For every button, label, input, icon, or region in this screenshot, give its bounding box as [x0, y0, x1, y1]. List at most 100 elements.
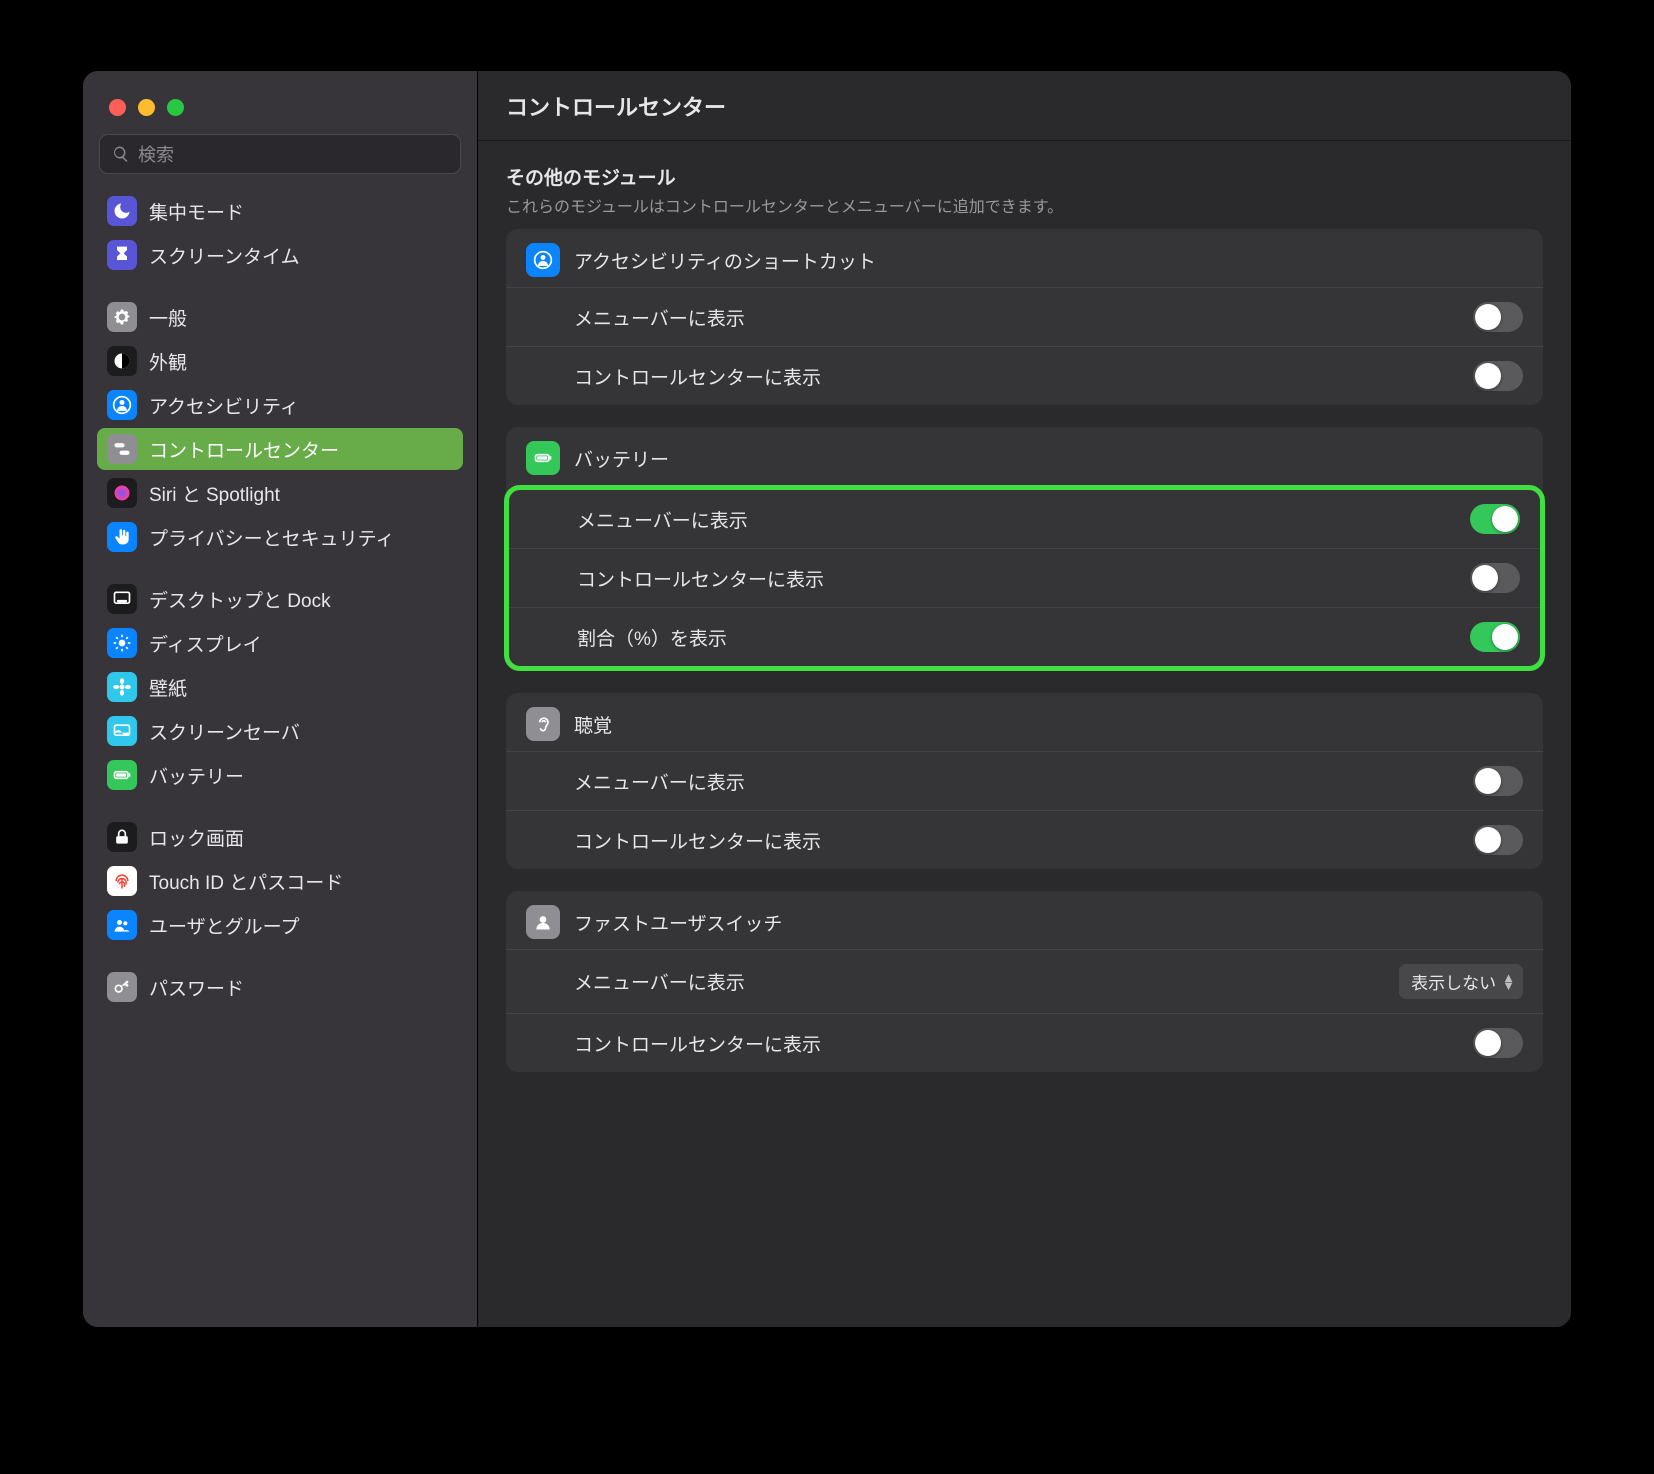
setting-label: メニューバーに表示 [574, 768, 745, 795]
sidebar-item-lock[interactable]: ロック画面 [97, 816, 463, 858]
sidebar-item-users[interactable]: ユーザとグループ [97, 904, 463, 946]
module-header: ファストユーザスイッチ [506, 891, 1543, 949]
hourglass-icon [107, 240, 137, 270]
toggle-switch[interactable] [1473, 825, 1523, 855]
switches-icon [107, 434, 137, 464]
zoom-button[interactable] [167, 99, 184, 116]
module-title: アクセシビリティのショートカット [574, 247, 876, 274]
setting-label: コントロールセンターに表示 [574, 827, 821, 854]
sidebar-item-label: スクリーンタイム [149, 242, 300, 269]
sidebar-item-label: ロック画面 [149, 824, 244, 851]
sidebar-item-label: 壁紙 [149, 674, 187, 701]
setting-row: メニューバーに表示 [509, 490, 1540, 548]
sidebar-item-label: バッテリー [149, 762, 244, 789]
sidebar-item-label: Siri と Spotlight [149, 480, 280, 507]
toggle-switch[interactable] [1470, 622, 1520, 652]
sidebar-item-privacy[interactable]: プライバシーとセキュリティ [97, 516, 463, 558]
siri-icon [107, 478, 137, 508]
chevron-updown-icon: ▲▼ [1502, 974, 1515, 990]
toggle-switch[interactable] [1473, 361, 1523, 391]
close-button[interactable] [109, 99, 126, 116]
setting-row: コントロールセンターに表示 [506, 810, 1543, 869]
sidebar-item-focus[interactable]: 集中モード [97, 190, 463, 232]
sidebar-item-label: デスクトップと Dock [149, 586, 331, 613]
sidebar-item-siri[interactable]: Siri と Spotlight [97, 472, 463, 514]
sidebar-item-touchid[interactable]: Touch ID とパスコード [97, 860, 463, 902]
sidebar-item-label: パスワード [149, 974, 244, 1001]
highlight-annotation: メニューバーに表示コントロールセンターに表示割合（%）を表示 [504, 485, 1545, 671]
toggle-switch[interactable] [1473, 1028, 1523, 1058]
module-title: ファストユーザスイッチ [574, 909, 782, 936]
section-title: その他のモジュール [506, 163, 1543, 190]
search-placeholder: 検索 [138, 141, 174, 167]
setting-row: メニューバーに表示 表示しない ▲▼ [506, 949, 1543, 1013]
module-title: 聴覚 [574, 711, 612, 738]
toggle-switch[interactable] [1470, 563, 1520, 593]
module-header: バッテリー [506, 427, 1543, 485]
sidebar-item-controlcenter[interactable]: コントロールセンター [97, 428, 463, 470]
settings-window: 検索 集中モードスクリーンタイム一般外観アクセシビリティコントロールセンターSi… [82, 70, 1572, 1328]
gear-icon [107, 302, 137, 332]
sidebar-item-screentime[interactable]: スクリーンタイム [97, 234, 463, 276]
sidebar-item-label: コントロールセンター [149, 436, 339, 463]
sidebar-item-label: 集中モード [149, 198, 244, 225]
module-card-a11y-shortcuts: アクセシビリティのショートカットメニューバーに表示コントロールセンターに表示 [506, 229, 1543, 405]
module-header: アクセシビリティのショートカット [506, 229, 1543, 287]
sidebar-item-wallpaper[interactable]: 壁紙 [97, 666, 463, 708]
toggle-switch[interactable] [1470, 504, 1520, 534]
setting-row: 割合（%）を表示 [509, 607, 1540, 666]
select-value: 表示しない [1411, 969, 1496, 994]
module-card-battery: バッテリーメニューバーに表示コントロールセンターに表示割合（%）を表示 [506, 427, 1543, 671]
sidebar-item-label: スクリーンセーバ [149, 718, 300, 745]
sidebar-item-passwords[interactable]: パスワード [97, 966, 463, 1008]
moon-icon [107, 196, 137, 226]
select-dropdown[interactable]: 表示しない ▲▼ [1399, 964, 1523, 999]
person-icon [526, 243, 560, 277]
sidebar-item-screensaver[interactable]: スクリーンセーバ [97, 710, 463, 752]
search-input[interactable]: 検索 [99, 134, 461, 174]
setting-label: コントロールセンターに表示 [574, 363, 821, 390]
titlebar: コントロールセンター [478, 71, 1571, 141]
sidebar-item-label: プライバシーとセキュリティ [149, 524, 394, 551]
setting-label: メニューバーに表示 [574, 304, 745, 331]
setting-label: 割合（%）を表示 [577, 624, 727, 651]
setting-row: メニューバーに表示 [506, 751, 1543, 810]
sidebar-item-label: ユーザとグループ [149, 912, 299, 939]
window-controls [83, 85, 477, 134]
content-area[interactable]: その他のモジュール これらのモジュールはコントロールセンターとメニューバーに追加… [478, 141, 1571, 1327]
sidebar-item-general[interactable]: 一般 [97, 296, 463, 338]
search-icon [112, 145, 130, 163]
setting-row: コントロールセンターに表示 [506, 1013, 1543, 1072]
sidebar-item-label: 一般 [149, 304, 187, 331]
person-icon [107, 390, 137, 420]
sidebar-item-accessibility[interactable]: アクセシビリティ [97, 384, 463, 426]
sidebar-item-battery[interactable]: バッテリー [97, 754, 463, 796]
sidebar-item-appearance[interactable]: 外観 [97, 340, 463, 382]
setting-label: メニューバーに表示 [574, 968, 745, 995]
sidebar-item-desktop[interactable]: デスクトップと Dock [97, 578, 463, 620]
people-icon [107, 910, 137, 940]
sidebar-item-label: Touch ID とパスコード [149, 868, 343, 895]
battery-icon [526, 441, 560, 475]
key-icon [107, 972, 137, 1002]
setting-label: コントロールセンターに表示 [574, 1030, 821, 1057]
sidebar-item-displays[interactable]: ディスプレイ [97, 622, 463, 664]
sidebar-list: 集中モードスクリーンタイム一般外観アクセシビリティコントロールセンター Siri … [83, 186, 477, 1327]
dock-icon [107, 584, 137, 614]
battery-icon [107, 760, 137, 790]
main-pane: コントロールセンター その他のモジュール これらのモジュールはコントロールセンタ… [478, 71, 1571, 1327]
setting-label: メニューバーに表示 [577, 506, 748, 533]
ear-icon [526, 707, 560, 741]
sidebar-item-label: ディスプレイ [149, 630, 262, 657]
toggle-switch[interactable] [1473, 302, 1523, 332]
fingerprint-icon [107, 866, 137, 896]
screen-icon [107, 716, 137, 746]
sidebar: 検索 集中モードスクリーンタイム一般外観アクセシビリティコントロールセンター Si… [83, 71, 478, 1327]
toggle-switch[interactable] [1473, 766, 1523, 796]
sun-icon [107, 628, 137, 658]
setting-row: メニューバーに表示 [506, 287, 1543, 346]
user-icon [526, 905, 560, 939]
minimize-button[interactable] [138, 99, 155, 116]
hand-icon [107, 522, 137, 552]
sidebar-item-label: アクセシビリティ [149, 392, 299, 419]
